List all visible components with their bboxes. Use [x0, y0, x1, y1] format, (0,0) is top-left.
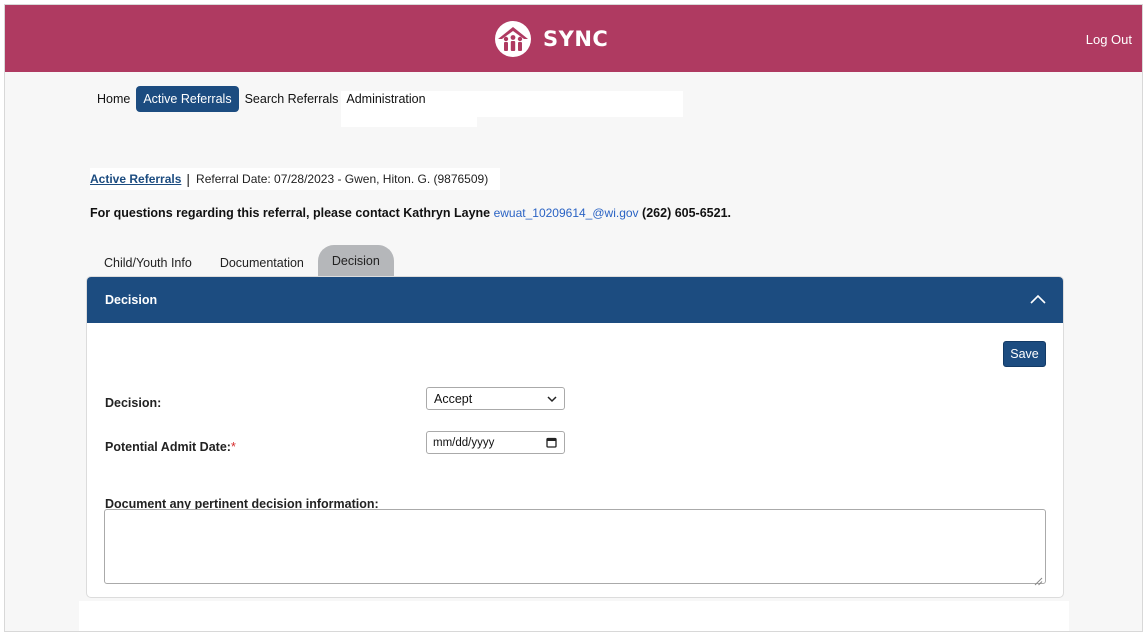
panel-header: Decision [87, 277, 1063, 323]
main-nav: Home Active Referrals Search Referrals A… [91, 85, 432, 113]
footer-area [79, 601, 1069, 631]
save-button[interactable]: Save [1003, 341, 1046, 367]
admit-date-label: Potential Admit Date:* [105, 440, 236, 454]
decision-notes-textarea[interactable] [104, 509, 1046, 584]
nav-home[interactable]: Home [91, 92, 136, 106]
breadcrumb-separator: | [186, 171, 191, 187]
contact-info: For questions regarding this referral, p… [90, 206, 731, 220]
logout-link[interactable]: Log Out [1086, 32, 1132, 47]
decision-panel: Decision Save Decision: Accept Potential… [86, 276, 1064, 598]
tab-bar: Child/Youth Info Documentation Decision [90, 245, 394, 280]
tab-decision[interactable]: Decision [317, 245, 394, 280]
contact-email-link[interactable]: ewuat_10209614_@wi.gov [494, 206, 639, 220]
chevron-down-icon [546, 393, 558, 408]
required-marker: * [230, 440, 236, 454]
contact-prefix: For questions regarding this referral, p… [90, 206, 491, 220]
chevron-up-icon[interactable] [1027, 289, 1049, 311]
tab-child-youth-info[interactable]: Child/Youth Info [90, 248, 206, 278]
breadcrumb: Active Referrals | Referral Date: 07/28/… [90, 168, 501, 190]
admit-date-label-text: Potential Admit Date: [105, 440, 231, 454]
calendar-icon[interactable] [546, 437, 557, 451]
nav-blank-area-lower [341, 113, 477, 127]
decision-select[interactable]: Accept [426, 387, 565, 410]
resize-grip-icon[interactable] [1034, 573, 1043, 591]
breadcrumb-referral-details: Referral Date: 07/28/2023 - Gwen, Hiton.… [196, 172, 489, 186]
decision-selected-value: Accept [434, 391, 473, 406]
app-header: SYNC Log Out [5, 5, 1142, 72]
nav-active-referrals[interactable]: Active Referrals [136, 86, 239, 112]
admit-date-input[interactable]: mm/dd/yyyy [426, 431, 565, 454]
nav-search-referrals[interactable]: Search Referrals [239, 92, 345, 106]
nav-administration[interactable]: Administration [344, 92, 431, 106]
brand[interactable]: SYNC [491, 19, 608, 59]
app-window: SYNC Log Out Home Active Referrals Searc… [4, 4, 1143, 632]
decision-label: Decision: [105, 396, 162, 410]
breadcrumb-active-referrals-link[interactable]: Active Referrals [90, 172, 181, 186]
brand-name: SYNC [543, 27, 609, 51]
house-people-icon [491, 19, 535, 59]
tab-documentation[interactable]: Documentation [206, 248, 318, 278]
contact-phone: (262) 605-6521. [642, 206, 731, 220]
admit-date-placeholder: mm/dd/yyyy [433, 436, 495, 449]
panel-title: Decision [105, 293, 158, 307]
